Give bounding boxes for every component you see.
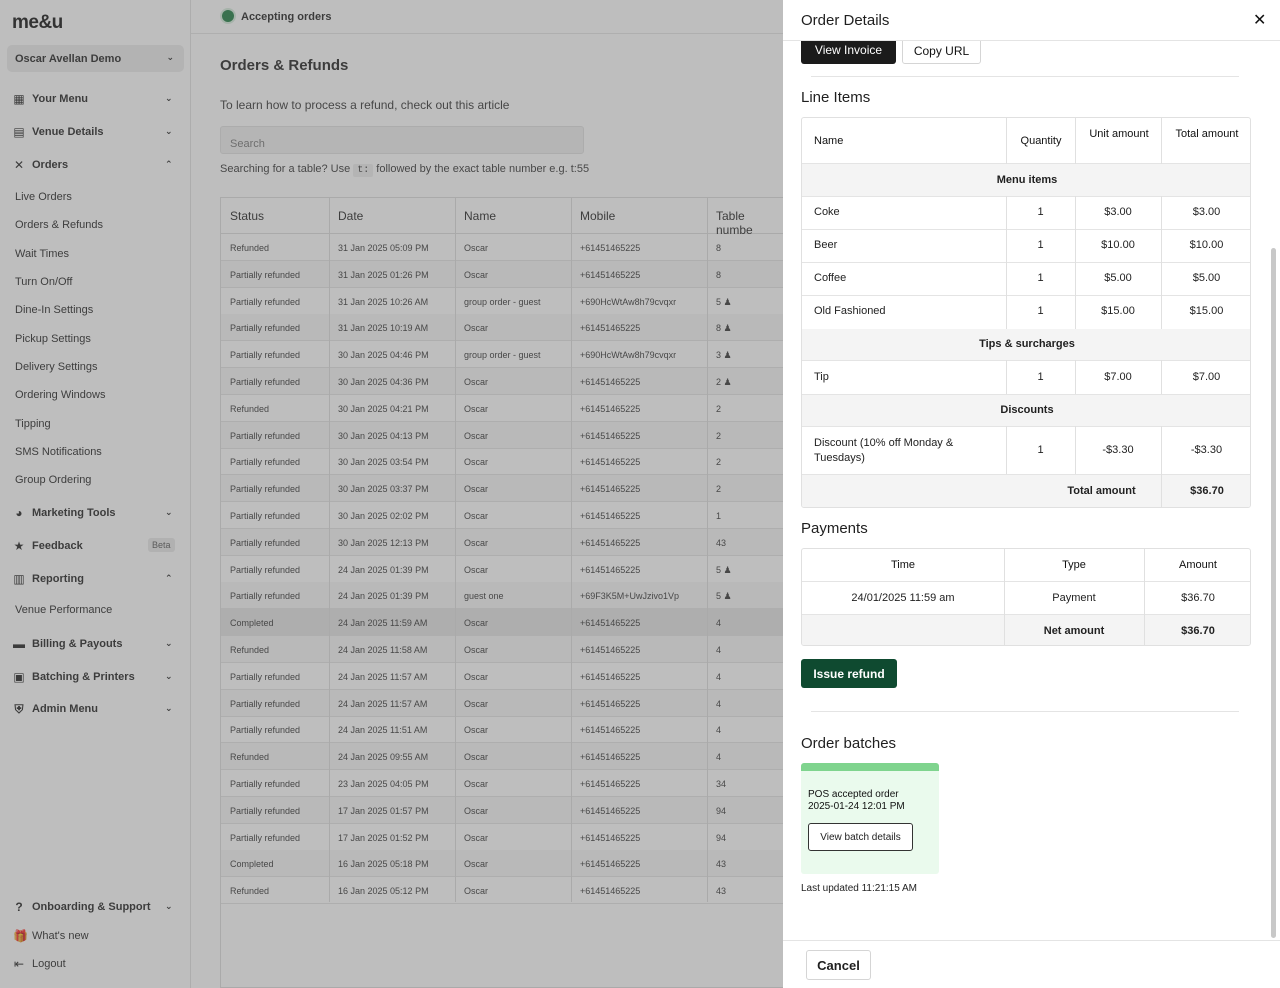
li-header-quantity: Quantity <box>1020 135 1062 147</box>
line-item-quantity: 1 <box>1037 239 1044 251</box>
line-items-table: Name Quantity Unit amount Total amount M… <box>801 117 1251 508</box>
line-item-quantity: 1 <box>1037 206 1044 218</box>
order-batch-card: POS accepted order 2025-01-24 12:01 PM V… <box>801 763 939 874</box>
pay-header-type: Type <box>1062 559 1086 571</box>
group-discounts: Discounts <box>802 394 1250 426</box>
view-batch-details-button[interactable]: View batch details <box>808 823 913 851</box>
line-item-quantity: 1 <box>1037 305 1044 317</box>
payment-time: 24/01/2025 11:59 am <box>851 592 955 604</box>
line-item-total-amount: -$3.30 <box>1190 444 1223 456</box>
net-amount-label: Net amount <box>1043 625 1105 637</box>
row-divider <box>802 394 1250 395</box>
drawer-scrollbar[interactable] <box>1271 248 1276 938</box>
row-divider <box>802 295 1250 296</box>
group-tips-surcharges: Tips & surcharges <box>802 329 1250 360</box>
batch-status: POS accepted order <box>808 789 899 800</box>
section-divider <box>811 76 1239 77</box>
drawer-footer: Cancel <box>783 940 1280 988</box>
line-item-quantity: 1 <box>1037 272 1044 284</box>
line-item-unit-amount: $15.00 <box>1101 305 1135 317</box>
line-item-total-amount: $7.00 <box>1192 371 1221 383</box>
last-updated-text: Last updated 11:21:15 AM <box>801 883 918 894</box>
drawer-header: Order Details ✕ <box>783 0 1280 41</box>
line-item-name: Tip <box>814 371 829 383</box>
payment-type: Payment <box>1052 592 1096 604</box>
row-divider <box>802 163 1250 164</box>
line-items-title: Line Items <box>801 89 871 106</box>
row-divider <box>802 474 1250 475</box>
line-item-unit-amount: $5.00 <box>1104 272 1132 284</box>
pay-header-time: Time <box>890 559 916 571</box>
li-header-name: Name <box>814 135 844 147</box>
pay-header-amount: Amount <box>1179 559 1217 571</box>
line-item-total-amount: $10.00 <box>1189 239 1224 251</box>
row-divider <box>802 581 1250 582</box>
line-item-total-amount: $5.00 <box>1192 272 1221 284</box>
batch-status-bar <box>801 763 939 771</box>
li-header-total-amount: Total amount <box>1175 128 1239 140</box>
net-amount-value: $36.70 <box>1181 625 1215 637</box>
order-batches-title: Order batches <box>801 735 897 752</box>
issue-refund-button[interactable]: Issue refund <box>801 659 897 688</box>
line-item-quantity: 1 <box>1037 371 1044 383</box>
row-divider <box>802 426 1250 427</box>
drawer-title: Order Details <box>801 12 890 29</box>
row-divider <box>802 262 1250 263</box>
close-icon[interactable]: ✕ <box>1253 10 1266 30</box>
column-divider <box>1075 118 1076 164</box>
line-item-unit-amount: -$3.30 <box>1102 444 1134 456</box>
column-divider <box>1006 118 1007 164</box>
column-divider <box>1161 118 1162 164</box>
line-item-total-amount: $15.00 <box>1189 305 1224 317</box>
li-header-unit-amount: Unit amount <box>1089 128 1149 140</box>
line-item-unit-amount: $10.00 <box>1101 239 1135 251</box>
modal-backdrop[interactable] <box>0 0 783 988</box>
line-item-name: Coffee <box>814 272 847 284</box>
payment-amount: $36.70 <box>1181 592 1215 604</box>
section-divider <box>811 711 1239 712</box>
line-item-name: Old Fashioned <box>814 305 886 317</box>
row-divider <box>802 196 1250 197</box>
row-divider <box>802 229 1250 230</box>
group-menu-items: Menu items <box>802 164 1250 196</box>
payments-table: Time Type Amount 24/01/2025 11:59 am Pay… <box>801 548 1251 646</box>
line-item-total-amount: $3.00 <box>1192 206 1221 218</box>
line-item-name: Beer <box>814 239 838 251</box>
cancel-button[interactable]: Cancel <box>806 950 871 980</box>
line-item-unit-amount: $3.00 <box>1104 206 1132 218</box>
line-item-name: Discount (10% off Monday & Tuesdays) <box>814 437 954 464</box>
row-divider <box>802 360 1250 361</box>
line-item-unit-amount: $7.00 <box>1104 371 1132 383</box>
batch-time: 2025-01-24 12:01 PM <box>808 801 905 812</box>
payments-title: Payments <box>801 520 868 537</box>
order-details-drawer: View Invoice Copy URL Line Items Name Qu… <box>783 0 1280 988</box>
total-amount-label: Total amount <box>1067 485 1136 497</box>
line-item-name: Coke <box>814 206 840 218</box>
total-amount-value: $36.70 <box>1190 485 1224 497</box>
line-item-quantity: 1 <box>1037 444 1044 456</box>
